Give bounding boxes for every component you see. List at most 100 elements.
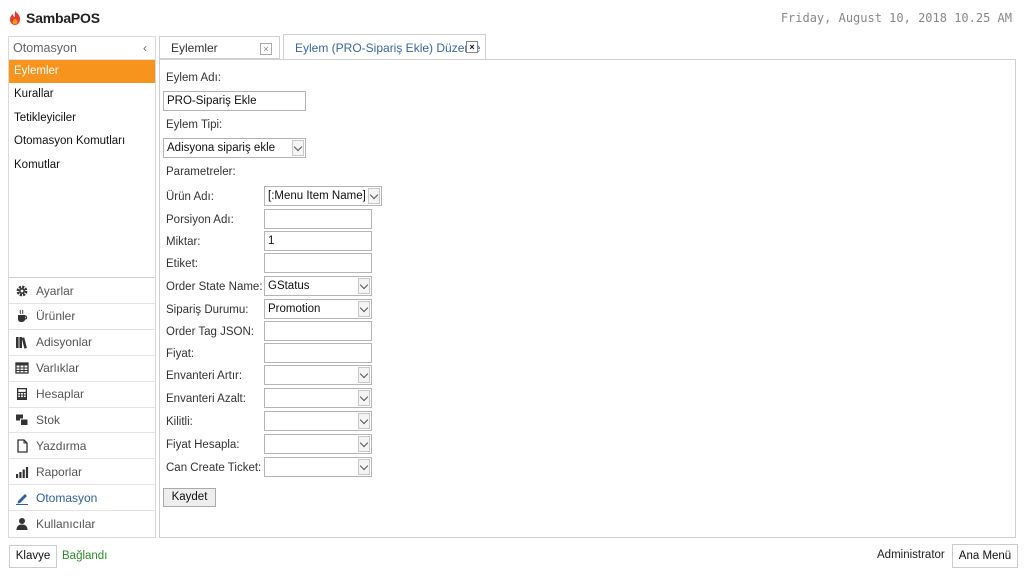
table-icon <box>15 361 29 375</box>
sidebar-item-eylemler[interactable]: Eylemler <box>9 60 155 84</box>
save-button[interactable]: Kaydet <box>163 488 216 507</box>
module-label: Raporlar <box>36 464 83 479</box>
chevron-down-icon <box>358 413 370 429</box>
clock-datetime: Friday, August 10, 2018 10.25 AM <box>780 11 1012 25</box>
module-adisyonlar[interactable]: Adisyonlar <box>9 330 155 356</box>
param-label-porsiyon-adi: Porsiyon Adı: <box>166 214 234 226</box>
chevron-down-icon <box>358 367 370 383</box>
param-label-envanteri-azalt: Envanteri Azalt: <box>166 393 246 405</box>
action-type-value: Adisyona sipariş ekle <box>167 142 276 154</box>
param-label-miktar: Miktar: <box>166 236 201 248</box>
param-select-envanteri-azalt[interactable] <box>264 388 372 408</box>
module-label: Hesaplar <box>36 387 85 402</box>
parameters-label: Parametreler: <box>166 166 236 178</box>
module-label: Adisyonlar <box>36 335 93 350</box>
module-label: Yazdırma <box>36 438 87 453</box>
connection-status: Bağlandı <box>62 550 108 562</box>
chevron-down-icon <box>358 301 370 317</box>
module-label: Otomasyon <box>36 490 98 505</box>
param-select-can-create-ticket[interactable] <box>264 457 372 477</box>
param-label-can-create-ticket: Can Create Ticket: <box>166 462 262 474</box>
app-header: SambaPOS Friday, August 10, 2018 10.25 A… <box>0 0 1024 34</box>
action-name-input[interactable]: PRO-Sipariş Ekle <box>163 91 306 111</box>
chevron-down-icon <box>358 436 370 452</box>
param-input-miktar[interactable]: 1 <box>264 231 372 251</box>
module-raporlar[interactable]: Raporlar <box>9 459 155 486</box>
tab-label: Eylem (PRO-Sipariş Ekle) Düzenle <box>295 40 481 55</box>
coffee-cup-icon <box>15 309 29 323</box>
tab-label: Eylemler <box>171 40 218 55</box>
calculator-icon <box>15 387 29 401</box>
sidebar: Otomasyon ‹ Eylemler Kurallar Tetikleyic… <box>8 36 156 538</box>
module-label: Stok <box>36 412 61 427</box>
param-label-fiyat-hesapla: Fiyat Hesapla: <box>166 439 240 451</box>
app-logo: SambaPOS <box>8 8 100 28</box>
param-label-order-state-name: Order State Name: <box>166 281 263 293</box>
param-select-envanteri-artir[interactable] <box>264 365 372 385</box>
user-icon <box>15 517 29 531</box>
param-value: Promotion <box>268 303 321 315</box>
param-input-etiket[interactable] <box>264 253 372 273</box>
param-select-urun-adi[interactable]: [:Menu Item Name] <box>264 186 382 206</box>
param-input-order-tag-json[interactable] <box>264 321 372 341</box>
action-edit-form: Eylem Adı: PRO-Sipariş Ekle Eylem Tipi: … <box>159 59 1016 538</box>
param-value: GStatus <box>268 280 310 292</box>
module-label: Ayarlar <box>36 283 74 298</box>
param-label-fiyat: Fiyat: <box>166 348 195 360</box>
chevron-down-icon <box>368 188 380 204</box>
param-label-order-tag-json: Order Tag JSON: <box>166 326 254 338</box>
module-label: Varlıklar <box>36 361 80 376</box>
logged-in-user: Administrator <box>877 549 945 561</box>
param-select-order-state-name[interactable]: GStatus <box>264 276 372 296</box>
module-varliklar[interactable]: Varlıklar <box>9 356 155 382</box>
param-select-siparis-durumu[interactable]: Promotion <box>264 299 372 319</box>
param-label-etiket: Etiket: <box>166 258 198 270</box>
param-label-siparis-durumu: Sipariş Durumu: <box>166 304 249 316</box>
param-input-fiyat[interactable] <box>264 343 372 363</box>
module-urunler[interactable]: Ürünler <box>9 304 155 330</box>
sidebar-item-kurallar[interactable]: Kurallar <box>9 83 155 106</box>
pencil-icon <box>15 491 29 505</box>
gear-icon <box>15 284 29 298</box>
param-label-kilitli: Kilitli: <box>166 416 193 428</box>
param-select-kilitli[interactable] <box>264 411 372 431</box>
document-tabs: Eylemler × Eylem (PRO-Sipariş Ekle) Düze… <box>159 34 1016 60</box>
param-input-porsiyon-adi[interactable] <box>264 209 372 229</box>
module-ayarlar[interactable]: Ayarlar <box>9 278 155 304</box>
chevron-down-icon <box>358 459 370 475</box>
bar-chart-icon <box>15 465 29 479</box>
chevron-down-icon <box>292 140 304 156</box>
param-select-fiyat-hesapla[interactable] <box>264 434 372 454</box>
sidebar-header: Otomasyon ‹ <box>9 37 155 60</box>
chevron-down-icon <box>358 278 370 294</box>
module-list: Ayarlar Ürünler Adisyonlar Varlıklar Hes… <box>9 277 155 537</box>
boxes-icon <box>15 413 29 427</box>
module-kullanicilar[interactable]: Kullanıcılar <box>9 511 155 537</box>
action-type-select[interactable]: Adisyona sipariş ekle <box>163 138 306 158</box>
status-bar: Klavye Bağlandı Administrator Ana Menü <box>0 540 1024 576</box>
main-menu-button[interactable]: Ana Menü <box>952 544 1018 568</box>
module-label: Kullanıcılar <box>36 517 96 532</box>
tab-edit-action[interactable]: Eylem (PRO-Sipariş Ekle) Düzenle × <box>283 34 486 60</box>
param-value: [:Menu Item Name] <box>268 190 366 202</box>
close-icon[interactable]: × <box>260 43 272 55</box>
keyboard-button[interactable]: Klavye <box>9 545 57 568</box>
tab-eylemler[interactable]: Eylemler × <box>159 36 280 59</box>
app-name: SambaPOS <box>26 10 100 26</box>
books-icon <box>15 335 29 349</box>
sidebar-item-komutlar[interactable]: Komutlar <box>9 154 155 177</box>
param-label-envanteri-artir: Envanteri Artır: <box>166 370 243 382</box>
close-icon[interactable]: × <box>466 41 478 53</box>
sidebar-item-tetikleyiciler[interactable]: Tetikleyiciler <box>9 107 155 130</box>
chevron-left-icon[interactable]: ‹ <box>141 41 149 55</box>
sidebar-nav: Eylemler Kurallar Tetikleyiciler Otomasy… <box>9 60 155 177</box>
module-hesaplar[interactable]: Hesaplar <box>9 382 155 408</box>
module-yazdirma[interactable]: Yazdırma <box>9 433 155 460</box>
sidebar-item-otomasyon-komutlari[interactable]: Otomasyon Komutları <box>9 130 155 153</box>
document-icon <box>15 439 29 453</box>
action-type-label: Eylem Tipi: <box>166 119 223 131</box>
module-otomasyon[interactable]: Otomasyon <box>9 485 155 512</box>
module-stok[interactable]: Stok <box>9 408 155 434</box>
action-name-label: Eylem Adı: <box>166 72 221 84</box>
module-label: Ürünler <box>36 309 76 324</box>
